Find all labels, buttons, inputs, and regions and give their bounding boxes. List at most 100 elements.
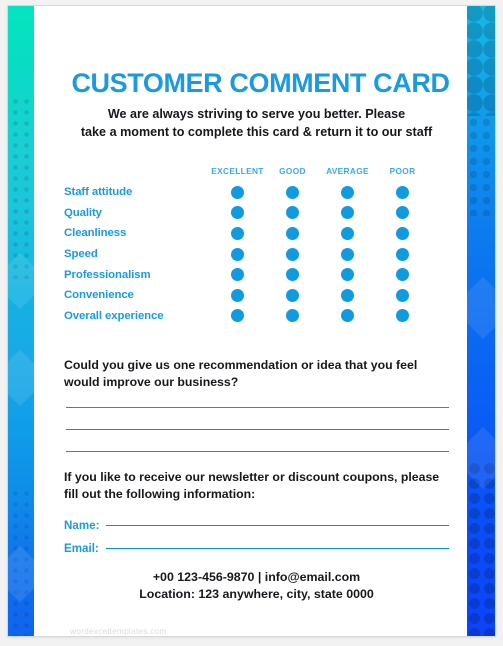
recommendation-answer-line-1[interactable]	[66, 407, 449, 408]
right-decorative-strip	[467, 6, 495, 636]
rating-option-cell[interactable]	[320, 185, 375, 199]
right-strip-medium-dot-pattern	[467, 116, 495, 216]
rating-dot-icon[interactable]	[231, 185, 244, 199]
rating-dot-icon[interactable]	[341, 226, 354, 240]
recommendation-question: Could you give us one recommendation or …	[64, 358, 418, 389]
rating-row-label: Convenience	[64, 289, 134, 302]
table-row: Staff attitude	[64, 182, 457, 203]
rating-dot-icon[interactable]	[396, 185, 409, 199]
rating-option-cell[interactable]	[210, 206, 265, 220]
name-field-label: Name:	[64, 519, 100, 532]
rating-option-cell[interactable]	[375, 185, 430, 199]
rating-option-cell[interactable]	[375, 206, 430, 220]
rating-option-cell[interactable]	[265, 206, 320, 220]
contact-info: +00 123-456-9870 | info@email.com Locati…	[56, 569, 457, 603]
name-input[interactable]	[106, 525, 449, 526]
rating-row-label: Speed	[64, 248, 98, 261]
name-field-row: Name:	[64, 519, 449, 532]
rating-dot-icon[interactable]	[231, 288, 244, 302]
email-field-row: Email:	[64, 542, 449, 555]
rating-dot-icon[interactable]	[286, 309, 299, 323]
rating-option-cell[interactable]	[265, 268, 320, 282]
rating-dot-icon[interactable]	[286, 247, 299, 261]
newsletter-instruction: If you like to receive our newsletter or…	[64, 470, 440, 501]
watermark-text: wordexceltemplates.com	[70, 626, 167, 636]
rating-dot-icon[interactable]	[231, 268, 244, 282]
rating-option-cell[interactable]	[265, 185, 320, 199]
rating-dot-icon[interactable]	[341, 185, 354, 199]
rating-row-label: Overall experience	[64, 309, 164, 322]
email-input[interactable]	[105, 548, 449, 549]
rating-option-cell[interactable]	[210, 268, 265, 282]
rating-option-cell[interactable]	[320, 288, 375, 302]
rating-dot-icon[interactable]	[231, 226, 244, 240]
rating-option-cell[interactable]	[320, 247, 375, 261]
right-strip-chevron-1	[467, 276, 495, 340]
rating-dot-icon[interactable]	[231, 309, 244, 323]
rating-option-cell[interactable]	[320, 226, 375, 240]
rating-option-cell[interactable]	[375, 309, 430, 323]
rating-matrix: EXCELLENT GOOD AVERAGE POOR Staff attitu…	[64, 166, 457, 326]
intro-text-line-2: take a moment to complete this card & re…	[80, 125, 433, 139]
recommendation-answer-line-2[interactable]	[66, 429, 449, 430]
left-strip-dot-pattern-top	[8, 94, 34, 279]
rating-dot-icon[interactable]	[396, 309, 409, 323]
rating-row-label: Cleanliness	[64, 227, 127, 240]
right-strip-large-dot-pattern	[467, 6, 495, 116]
rating-dot-icon[interactable]	[231, 247, 244, 261]
intro-text-line-1: We are always striving to serve you bett…	[107, 107, 406, 121]
rating-dot-icon[interactable]	[286, 185, 299, 199]
table-row: Convenience	[64, 285, 457, 306]
left-strip-chevron-2	[8, 349, 34, 407]
rating-option-cell[interactable]	[375, 288, 430, 302]
rating-dot-icon[interactable]	[286, 226, 299, 240]
comment-card-page: CUSTOMER COMMENT CARD We are always stri…	[8, 6, 495, 636]
rating-dot-icon[interactable]	[341, 309, 354, 323]
table-row: Speed	[64, 244, 457, 265]
rating-option-cell[interactable]	[320, 309, 375, 323]
table-row: Professionalism	[64, 264, 457, 285]
card-content: CUSTOMER COMMENT CARD We are always stri…	[34, 6, 467, 636]
rating-option-cell[interactable]	[265, 309, 320, 323]
rating-column-poor: POOR	[389, 166, 416, 176]
rating-dot-icon[interactable]	[286, 206, 299, 220]
rating-dot-icon[interactable]	[341, 206, 354, 220]
rating-header-spacer	[64, 166, 210, 182]
rating-column-headers: EXCELLENT GOOD AVERAGE POOR	[64, 166, 457, 182]
rating-option-cell[interactable]	[265, 247, 320, 261]
table-row: Overall experience	[64, 306, 457, 327]
rating-option-cell[interactable]	[320, 206, 375, 220]
rating-dot-icon[interactable]	[231, 206, 244, 220]
intro-text: We are always striving to serve you bett…	[56, 105, 457, 141]
rating-dot-icon[interactable]	[341, 288, 354, 302]
rating-column-good: GOOD	[279, 166, 306, 176]
rating-option-cell[interactable]	[210, 185, 265, 199]
recommendation-answer-line-3[interactable]	[66, 451, 449, 452]
rating-row-label: Professionalism	[64, 268, 151, 281]
table-row: Cleanliness	[64, 223, 457, 244]
rating-column-excellent: EXCELLENT	[211, 166, 264, 176]
rating-option-cell[interactable]	[210, 247, 265, 261]
contact-phone-email: +00 123-456-9870 | info@email.com	[152, 570, 361, 584]
rating-column-average: AVERAGE	[326, 166, 369, 176]
rating-option-cell[interactable]	[320, 268, 375, 282]
rating-option-cell[interactable]	[210, 226, 265, 240]
rating-dot-icon[interactable]	[396, 247, 409, 261]
contact-location: Location: 123 anywhere, city, state 0000	[139, 587, 374, 601]
rating-dot-icon[interactable]	[396, 288, 409, 302]
rating-option-cell[interactable]	[375, 268, 430, 282]
rating-option-cell[interactable]	[265, 288, 320, 302]
rating-dot-icon[interactable]	[341, 247, 354, 261]
left-decorative-strip	[8, 6, 34, 636]
rating-option-cell[interactable]	[375, 226, 430, 240]
rating-dot-icon[interactable]	[396, 206, 409, 220]
rating-dot-icon[interactable]	[396, 268, 409, 282]
rating-dot-icon[interactable]	[341, 268, 354, 282]
rating-option-cell[interactable]	[265, 226, 320, 240]
rating-dot-icon[interactable]	[396, 226, 409, 240]
rating-option-cell[interactable]	[375, 247, 430, 261]
rating-option-cell[interactable]	[210, 288, 265, 302]
rating-dot-icon[interactable]	[286, 288, 299, 302]
rating-option-cell[interactable]	[210, 309, 265, 323]
rating-dot-icon[interactable]	[286, 268, 299, 282]
